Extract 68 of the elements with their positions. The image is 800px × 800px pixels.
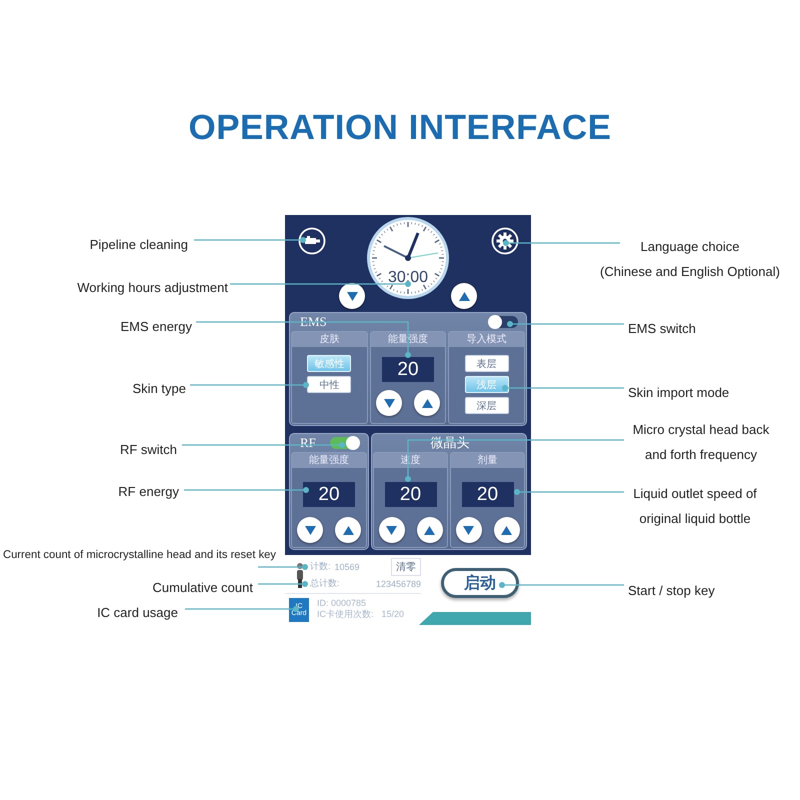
leader-line [258, 581, 308, 587]
reset-button[interactable]: 清零 [391, 558, 421, 576]
pipe-icon[interactable] [298, 227, 326, 255]
usage-value: 15/20 [382, 609, 404, 620]
callout-label: Micro crystal head back [632, 421, 770, 439]
usage-label: IC卡使用次数: [317, 609, 374, 620]
column-header: 导入模式 [449, 332, 524, 347]
callout-label: Liquid outlet speed of [632, 485, 758, 503]
column-header: 皮肤 [292, 332, 367, 347]
callout-label: RF energy [118, 483, 179, 501]
column-header: 能量强度 [292, 453, 366, 468]
up-triangle-icon [342, 526, 354, 534]
toggle-switch[interactable] [488, 316, 518, 328]
leader-line [258, 564, 308, 570]
decrease-button[interactable] [297, 517, 323, 543]
column-header: 能量强度 [370, 332, 446, 347]
callout-label: IC card usage [97, 604, 178, 622]
increase-button[interactable] [335, 517, 361, 543]
down-triangle-icon [304, 526, 316, 534]
increase-button[interactable] [494, 517, 520, 543]
value-display: 20 [382, 357, 434, 382]
page-title: OPERATION INTERFACE [188, 107, 612, 148]
down-triangle-icon [346, 292, 358, 300]
value-display: 20 [384, 482, 436, 507]
callout-label: Pipeline cleaning [90, 236, 188, 254]
toggle-switch[interactable] [330, 437, 360, 449]
up-triangle-icon [424, 526, 435, 534]
count-label: 计数: [310, 560, 331, 573]
down-triangle-icon [463, 526, 474, 534]
option-button[interactable]: 表层 [464, 355, 509, 372]
settings-icon[interactable] [490, 227, 518, 255]
column-header: 剂量 [451, 453, 524, 468]
callout-label: Skin import mode [628, 384, 730, 402]
option-button[interactable]: 深层 [464, 397, 509, 414]
callout-label: Current count of microcrystalline head and its reset key [3, 548, 276, 563]
option-button[interactable]: 中性 [307, 376, 352, 393]
decrease-button[interactable] [378, 517, 404, 543]
callout-label: (Chinese and English Optional) [599, 263, 781, 281]
value-display: 20 [303, 482, 355, 507]
callout-label: RF switch [120, 441, 177, 459]
callout-label: EMS energy [120, 318, 192, 336]
callout-label: Language choice [639, 238, 741, 256]
value-display: 20 [462, 482, 514, 507]
increase-button[interactable] [414, 390, 440, 416]
total-value: 123456789 [376, 578, 421, 588]
callout-label: Cumulative count [152, 579, 253, 597]
up-triangle-icon [458, 292, 470, 300]
down-triangle-icon [384, 398, 394, 408]
callout-label: Start / stop key [628, 582, 715, 600]
decrease-button[interactable] [456, 517, 482, 543]
figure-icon [294, 562, 306, 588]
decrease-button[interactable] [376, 390, 402, 416]
down-triangle-icon [386, 526, 397, 534]
card-id: ID: 0000785 [317, 598, 368, 609]
callout-label: original liquid bottle [638, 510, 752, 528]
callout-label: EMS switch [628, 320, 696, 338]
start-button[interactable]: 启动 [441, 568, 519, 598]
callout-label: Skin type [132, 380, 186, 398]
increase-button[interactable] [416, 517, 442, 543]
clock-time: 30:00 [388, 270, 428, 286]
increase-button[interactable] [451, 283, 477, 309]
up-triangle-icon [501, 526, 512, 534]
callout-label: Working hours adjustment [77, 279, 228, 297]
count-value: 10569 [334, 562, 360, 572]
callout-label: and forth frequency [644, 446, 758, 464]
total-label: 总计数: [310, 577, 340, 590]
up-triangle-icon [422, 398, 432, 408]
decrease-button[interactable] [339, 283, 365, 309]
